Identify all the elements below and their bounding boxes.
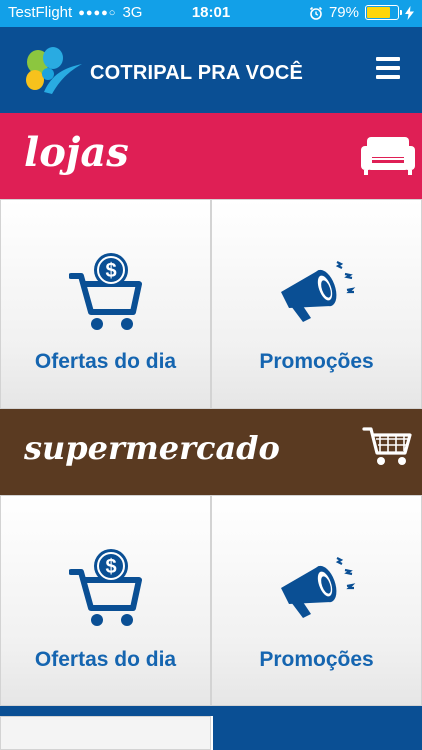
alarm-icon bbox=[309, 6, 323, 20]
tile-label: Promoções bbox=[259, 648, 374, 671]
section-title-supermercado: supermercado bbox=[24, 429, 280, 467]
battery-fill bbox=[367, 7, 390, 18]
shopping-cart-icon bbox=[362, 427, 412, 465]
section-banner-lojas: lojas bbox=[0, 113, 422, 199]
cotripal-logo-icon bbox=[26, 47, 82, 94]
tile-label: Ofertas do dia bbox=[34, 350, 177, 373]
app-brand-title: COTRIPAL PRA VOCÊ bbox=[90, 62, 304, 84]
next-tile-right[interactable] bbox=[211, 716, 422, 750]
app-header: COTRIPAL PRA VOCÊ bbox=[0, 27, 422, 113]
status-right: 79% bbox=[309, 4, 414, 21]
section-divider bbox=[0, 706, 422, 716]
battery-icon bbox=[365, 5, 402, 20]
tile-label: Promoções bbox=[259, 350, 374, 373]
tile-supermercado-ofertas-do-dia[interactable]: $ Ofertas do dia bbox=[0, 495, 211, 706]
cart-dollar-icon: $ bbox=[68, 549, 142, 626]
status-bar: TestFlight ●●●●○ 3G 18:01 79% bbox=[0, 0, 422, 27]
section-banner-supermercado: supermercado bbox=[0, 409, 422, 495]
tile-supermercado-promocoes[interactable]: Promoções bbox=[211, 495, 422, 706]
tile-lojas-ofertas-do-dia[interactable]: $ Ofertas do dia bbox=[0, 199, 211, 409]
svg-text:$: $ bbox=[105, 260, 116, 282]
sofa-icon bbox=[361, 137, 415, 175]
section-title-lojas: lojas bbox=[24, 129, 129, 176]
charging-bolt-icon bbox=[405, 5, 414, 20]
tile-label: Ofertas do dia bbox=[34, 648, 177, 671]
megaphone-icon bbox=[280, 557, 355, 618]
megaphone-icon bbox=[280, 261, 355, 322]
cart-dollar-icon: $ bbox=[68, 253, 142, 330]
next-tile-left[interactable] bbox=[0, 716, 211, 750]
tile-lojas-promocoes[interactable]: Promoções bbox=[211, 199, 422, 409]
hamburger-menu-icon[interactable] bbox=[376, 57, 400, 79]
battery-percent: 79% bbox=[328, 4, 359, 21]
svg-text:$: $ bbox=[105, 556, 116, 578]
